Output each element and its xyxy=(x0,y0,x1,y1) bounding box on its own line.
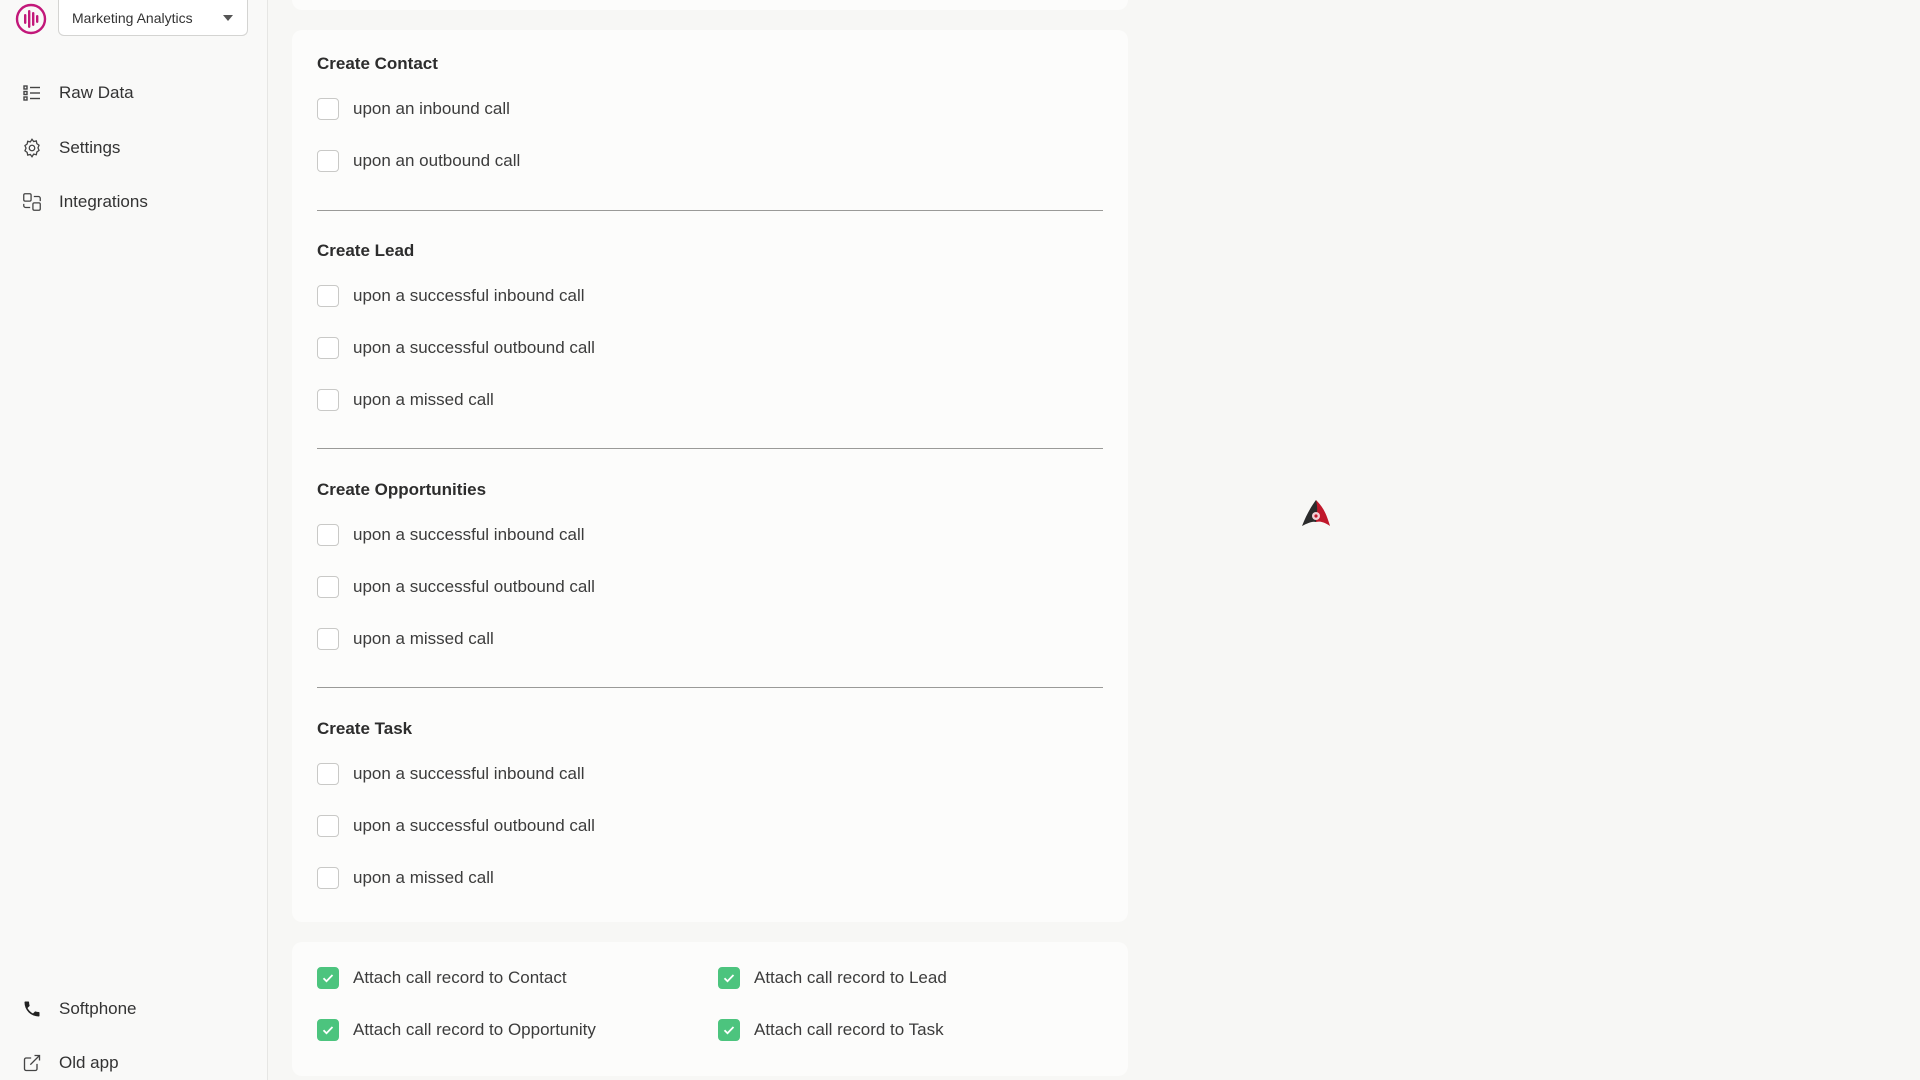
sidebar-item-integrations[interactable]: Integrations xyxy=(20,187,148,217)
sidebar-item-label: Softphone xyxy=(59,999,137,1018)
sidebar-item-label: Old app xyxy=(59,1053,119,1072)
checkbox-checked[interactable] xyxy=(718,967,740,989)
option-label: upon a missed call xyxy=(353,868,494,887)
checkbox[interactable] xyxy=(317,815,339,837)
checkbox[interactable] xyxy=(317,763,339,785)
option-label: Attach call record to Lead xyxy=(754,968,947,987)
external-link-icon xyxy=(20,1051,44,1075)
sidebar-item-label: Integrations xyxy=(59,192,148,211)
checkbox[interactable] xyxy=(317,285,339,307)
section-title-create-opportunities: Create Opportunities xyxy=(317,480,487,499)
option-label: Attach call record to Task xyxy=(754,1020,944,1039)
section-title-create-contact: Create Contact xyxy=(317,54,438,73)
checkbox-checked[interactable] xyxy=(317,1019,339,1041)
attach-task-option[interactable]: Attach call record to Task xyxy=(718,1019,944,1041)
attach-opportunity-option[interactable]: Attach call record to Opportunity xyxy=(317,1019,596,1041)
section-divider xyxy=(317,210,1103,211)
attach-call-record-card: Attach call record to Contact Attach cal… xyxy=(292,942,1128,1076)
checkbox[interactable] xyxy=(317,337,339,359)
option-label: Attach call record to Opportunity xyxy=(353,1020,596,1039)
loading-spinner-icon xyxy=(1296,496,1336,536)
option-opportunity-missed[interactable]: upon a missed call xyxy=(317,628,494,650)
option-lead-outbound[interactable]: upon a successful outbound call xyxy=(317,337,595,359)
checkbox[interactable] xyxy=(317,389,339,411)
previous-card xyxy=(292,0,1128,10)
sidebar-item-settings[interactable]: Settings xyxy=(20,133,120,163)
option-label: upon a successful inbound call xyxy=(353,525,585,544)
option-label: upon a successful outbound call xyxy=(353,816,595,835)
option-task-missed[interactable]: upon a missed call xyxy=(317,867,494,889)
app-root: Marketing Analytics Raw Data Settings In… xyxy=(0,0,1920,1080)
checkbox[interactable] xyxy=(317,98,339,120)
checkbox[interactable] xyxy=(317,867,339,889)
checkmark-icon xyxy=(723,1026,735,1035)
gear-icon xyxy=(20,136,44,160)
sidebar-item-old-app[interactable]: Old app xyxy=(20,1048,119,1078)
option-contact-inbound[interactable]: upon an inbound call xyxy=(317,98,510,120)
checkmark-icon xyxy=(322,1026,334,1035)
chevron-down-icon xyxy=(223,15,233,21)
attach-contact-option[interactable]: Attach call record to Contact xyxy=(317,967,567,989)
option-label: upon an inbound call xyxy=(353,99,510,118)
option-label: upon a missed call xyxy=(353,390,494,409)
option-label: upon a successful inbound call xyxy=(353,764,585,783)
sidebar-item-label: Settings xyxy=(59,138,121,157)
section-title-create-task: Create Task xyxy=(317,719,413,738)
sidebar-item-raw-data[interactable]: Raw Data xyxy=(20,78,134,108)
option-label: upon a successful outbound call xyxy=(353,577,595,596)
checkbox[interactable] xyxy=(317,150,339,172)
checkbox[interactable] xyxy=(317,576,339,598)
account-select[interactable]: Marketing Analytics xyxy=(58,0,248,36)
crm-creation-settings-card: Create Contact upon an inbound call upon… xyxy=(292,30,1128,922)
option-task-inbound[interactable]: upon a successful inbound call xyxy=(317,763,585,785)
option-task-outbound[interactable]: upon a successful outbound call xyxy=(317,815,595,837)
checkbox-checked[interactable] xyxy=(718,1019,740,1041)
brand-logo-icon[interactable] xyxy=(14,2,48,36)
checkbox-checked[interactable] xyxy=(317,967,339,989)
checkbox[interactable] xyxy=(317,524,339,546)
option-label: Attach call record to Contact xyxy=(353,968,567,987)
sidebar-item-label: Raw Data xyxy=(59,83,134,102)
checkmark-icon xyxy=(723,974,735,983)
section-divider xyxy=(317,687,1103,688)
checkbox[interactable] xyxy=(317,628,339,650)
option-label: upon a successful inbound call xyxy=(353,286,585,305)
section-title-create-lead: Create Lead xyxy=(317,241,415,260)
option-label: upon a missed call xyxy=(353,629,494,648)
sidebar: Marketing Analytics Raw Data Settings In… xyxy=(0,0,268,1080)
option-opportunity-outbound[interactable]: upon a successful outbound call xyxy=(317,576,595,598)
account-select-value: Marketing Analytics xyxy=(72,9,193,26)
option-contact-outbound[interactable]: upon an outbound call xyxy=(317,150,520,172)
integrations-icon xyxy=(20,190,44,214)
phone-icon xyxy=(20,997,44,1021)
section-divider xyxy=(317,448,1103,449)
option-lead-inbound[interactable]: upon a successful inbound call xyxy=(317,285,585,307)
attach-lead-option[interactable]: Attach call record to Lead xyxy=(718,967,947,989)
option-label: upon an outbound call xyxy=(353,151,521,170)
option-lead-missed[interactable]: upon a missed call xyxy=(317,389,494,411)
sidebar-item-softphone[interactable]: Softphone xyxy=(20,994,137,1024)
option-opportunity-inbound[interactable]: upon a successful inbound call xyxy=(317,524,585,546)
grid-list-icon xyxy=(20,81,44,105)
option-label: upon a successful outbound call xyxy=(353,338,595,357)
checkmark-icon xyxy=(322,974,334,983)
